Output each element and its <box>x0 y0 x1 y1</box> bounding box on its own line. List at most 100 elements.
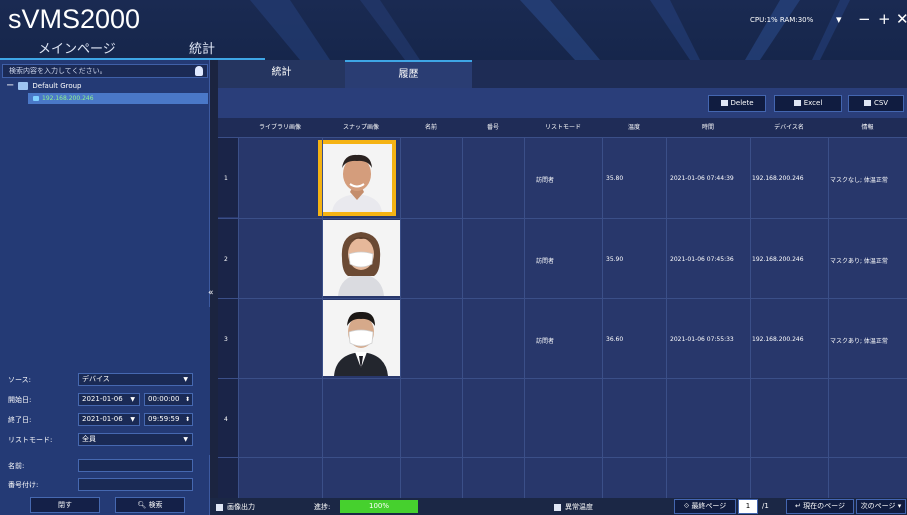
chevron-down-icon: ▼ <box>183 436 188 443</box>
list-mode-row: リストモード: 全員 ▼ <box>8 433 193 446</box>
col-divider <box>666 137 667 498</box>
abnormal-temp-label: 異常温度 <box>565 503 593 511</box>
collapse-minus-icon[interactable]: − <box>6 81 14 91</box>
source-select[interactable]: デバイス ▼ <box>78 373 193 386</box>
row-number <box>218 458 238 499</box>
face-photo-woman-mask <box>322 220 400 296</box>
row-number: 4 <box>218 379 238 458</box>
cell-time: 2021-01-06 07:45:36 <box>670 256 734 263</box>
name-row: 名前: <box>8 459 193 472</box>
camera-icon <box>33 96 39 101</box>
tree-group-default[interactable]: − Default Group <box>6 81 82 91</box>
row-number-text: 2 <box>224 256 228 263</box>
search-placeholder: 検索内容を入力してください。 <box>9 67 107 75</box>
minimize-button[interactable]: − <box>858 10 871 28</box>
search-icon[interactable] <box>195 66 203 76</box>
cell-info: マスクあり; 体温正常 <box>830 258 888 265</box>
col-divider <box>524 137 525 498</box>
csv-icon <box>863 100 871 106</box>
return-icon: ↵ <box>795 502 804 510</box>
close-filter-button[interactable]: 閉す <box>30 497 100 513</box>
start-time-value: 00:00:00 <box>148 395 180 403</box>
end-date-value: 2021-01-06 <box>82 415 123 423</box>
chevron-down-icon: ▼ <box>183 376 188 383</box>
start-time-spinner[interactable]: 00:00:00 ⬍ <box>144 393 193 406</box>
col-snapshot[interactable]: スナップ画像 <box>322 118 400 137</box>
search-button-label: 検索 <box>148 501 163 509</box>
cell-device: 192.168.200.246 <box>752 175 804 182</box>
cell-list-mode: 訪問者 <box>536 258 555 265</box>
start-date-value: 2021-01-06 <box>82 395 123 403</box>
image-output-checkbox[interactable]: 画像出力 <box>216 502 255 512</box>
delete-button[interactable]: Delete <box>708 95 766 112</box>
tree-device-item[interactable]: 192.168.200.246 <box>28 93 208 104</box>
cell-time: 2021-01-06 07:44:39 <box>670 175 734 182</box>
sidebar-collapse-icon[interactable]: « <box>208 288 214 298</box>
col-library-image[interactable]: ライブラリ画像 <box>238 118 322 137</box>
last-page-button[interactable]: ⟐ 最終ページ <box>674 499 736 514</box>
number-label: 番号付け: <box>8 480 39 489</box>
progress-label: 進捗: <box>314 503 331 511</box>
col-divider <box>400 137 401 498</box>
snapshot-image[interactable] <box>322 300 400 376</box>
excel-label: Excel <box>803 99 823 107</box>
number-input[interactable] <box>78 478 193 491</box>
col-divider <box>828 137 829 498</box>
abnormal-temp-checkbox[interactable]: 異常温度 <box>554 502 593 512</box>
end-time-value: 09:59:59 <box>148 415 180 423</box>
nav-main-page[interactable]: メインページ <box>38 38 116 57</box>
trash-icon <box>720 100 728 106</box>
page-number-input[interactable]: 1 <box>738 499 758 514</box>
page-total: /1 <box>762 502 769 510</box>
table-header: ライブラリ画像 スナップ画像 名前 番号 リストモード 温度 時間 デバイス名 … <box>218 118 907 137</box>
cell-info: マスクなし; 体温正常 <box>830 177 888 184</box>
search-input[interactable]: 検索内容を入力してください。 <box>2 64 208 78</box>
start-label: 開始日: <box>8 395 32 404</box>
list-mode-select[interactable]: 全員 ▼ <box>78 433 193 446</box>
end-date-picker[interactable]: 2021-01-06 ▼ <box>78 413 140 426</box>
next-page-button[interactable]: 次のページ ▾ <box>856 499 906 514</box>
search-button[interactable]: 🔍︎ 検索 <box>115 497 185 513</box>
cell-device: 192.168.200.246 <box>752 256 804 263</box>
csv-export-button[interactable]: CSV <box>848 95 904 112</box>
cell-info: マスクあり; 体温正常 <box>830 338 888 345</box>
tab-history[interactable]: 履歴 <box>345 60 472 88</box>
tree-group-label: Default Group <box>32 82 82 90</box>
current-page-button[interactable]: ↵ 現在のページ <box>786 499 854 514</box>
maximize-button[interactable]: + <box>878 10 891 28</box>
checkbox-icon[interactable] <box>216 503 223 511</box>
snapshot-image[interactable] <box>318 140 396 216</box>
checkbox-icon[interactable] <box>554 503 561 511</box>
col-info[interactable]: 情報 <box>828 118 907 137</box>
face-photo-man <box>322 144 392 212</box>
row-number-text: 3 <box>224 336 228 343</box>
csv-label: CSV <box>873 99 889 107</box>
col-divider <box>238 137 239 498</box>
menu-dropdown-icon[interactable]: ▾ <box>836 13 842 26</box>
col-list-mode[interactable]: リストモード <box>524 118 602 137</box>
tab-statistics[interactable]: 統計 <box>218 60 345 88</box>
nav-statistics[interactable]: 統計 <box>189 38 215 57</box>
spinner-icon: ⬍ <box>184 416 190 423</box>
col-temperature[interactable]: 温度 <box>602 118 666 137</box>
col-name[interactable]: 名前 <box>400 118 462 137</box>
row-number-text: 1 <box>224 175 228 182</box>
start-date-picker[interactable]: 2021-01-06 ▼ <box>78 393 140 406</box>
col-number[interactable]: 番号 <box>462 118 524 137</box>
delete-label: Delete <box>730 99 754 107</box>
name-label: 名前: <box>8 461 25 470</box>
list-mode-label: リストモード: <box>8 435 53 444</box>
spinner-icon: ⬍ <box>184 396 190 403</box>
close-filter-label: 閉す <box>58 501 72 509</box>
title-bar: sVMS2000 メインページ 統計 CPU:1% RAM:30% ▾ − + … <box>0 0 907 60</box>
magnifier-icon: 🔍︎ <box>137 501 147 509</box>
col-time[interactable]: 時間 <box>666 118 750 137</box>
snapshot-image[interactable] <box>322 220 400 296</box>
close-button[interactable]: ✕ <box>896 10 907 28</box>
name-input[interactable] <box>78 459 193 472</box>
end-time-spinner[interactable]: 09:59:59 ⬍ <box>144 413 193 426</box>
col-divider <box>462 137 463 498</box>
end-row: 終了日: 2021-01-06 ▼ 09:59:59 ⬍ <box>8 413 193 426</box>
col-device-name[interactable]: デバイス名 <box>750 118 828 137</box>
excel-export-button[interactable]: Excel <box>774 95 842 112</box>
